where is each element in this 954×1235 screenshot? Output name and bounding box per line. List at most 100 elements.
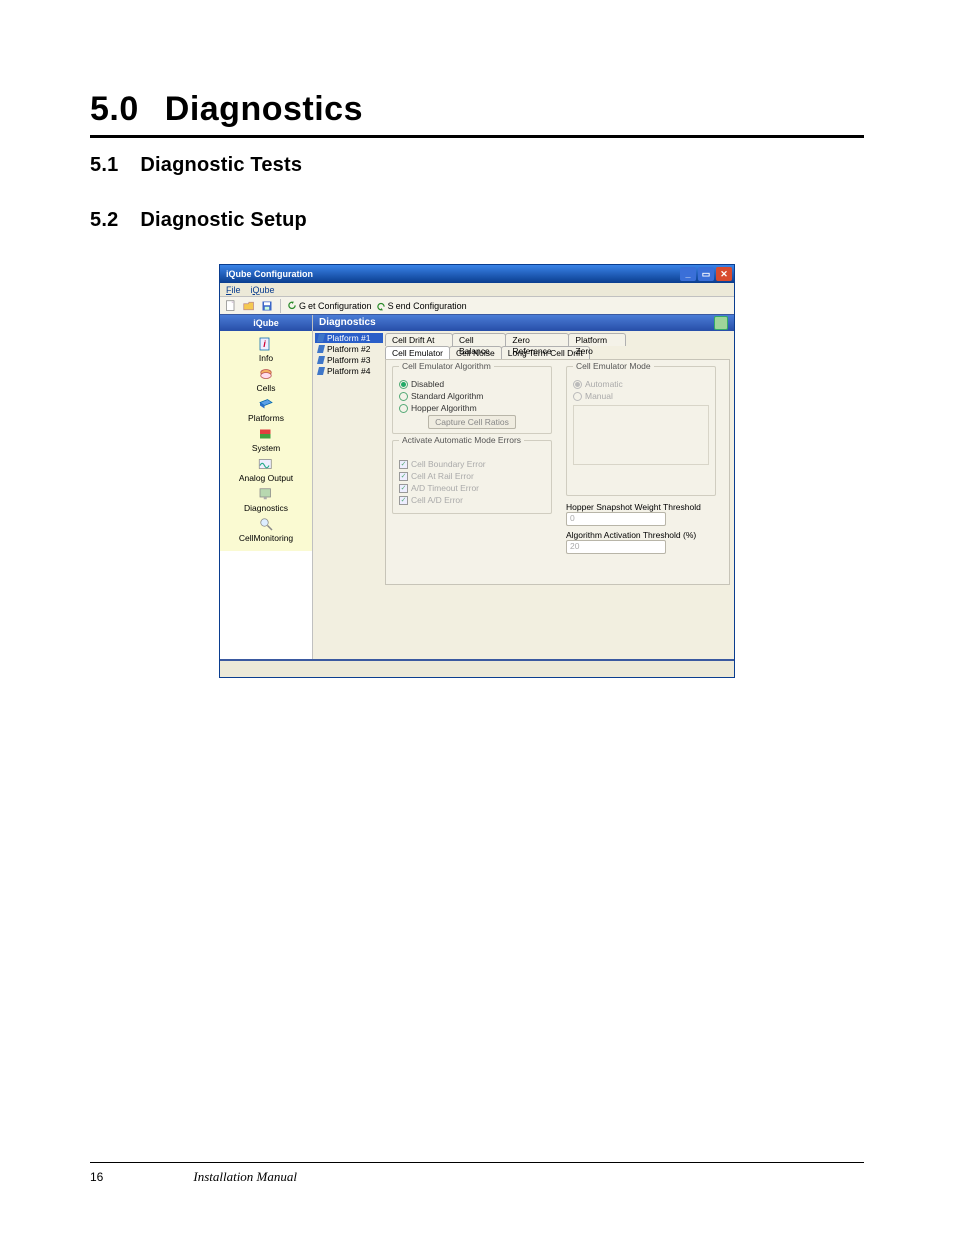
minimize-button[interactable]: _	[680, 267, 696, 281]
get-config-button[interactable]: Get Configuration	[287, 301, 372, 311]
sidebar-body: i Info Cells Platforms System	[220, 331, 312, 551]
pane-body: Platform #1 Platform #2 Platform #3 Plat…	[313, 331, 734, 589]
group-legend: Cell Emulator Algorithm	[399, 361, 494, 371]
radio-icon	[573, 392, 582, 401]
check-cell-at-rail[interactable]: Cell At Rail Error	[399, 471, 545, 481]
check-label: A/D Timeout Error	[411, 483, 479, 493]
heading-1: 5.0Diagnostics	[90, 90, 864, 138]
radio-manual[interactable]: Manual	[573, 391, 709, 401]
sidebar-label: Info	[259, 353, 273, 363]
check-cell-boundary[interactable]: Cell Boundary Error	[399, 459, 545, 469]
tree-label: Platform #4	[327, 366, 370, 376]
sidebar-label: CellMonitoring	[239, 533, 293, 543]
radio-hopper[interactable]: Hopper Algorithm	[399, 403, 545, 413]
errors-group: Activate Automatic Mode Errors Cell Boun…	[392, 440, 552, 514]
sidebar: iQube i Info Cells Platforms	[220, 315, 313, 659]
main-panel: Cell Drift At Load Cell Balance Zero Ref…	[385, 331, 734, 589]
window-controls: _ ▭ ✕	[680, 267, 732, 281]
page-footer: 16 Installation Manual	[90, 1162, 864, 1185]
diagnostics-icon	[256, 485, 276, 503]
sidebar-label: Platforms	[248, 413, 284, 423]
radio-standard[interactable]: Standard Algorithm	[399, 391, 545, 401]
close-button[interactable]: ✕	[716, 267, 732, 281]
sidebar-item-analog-output[interactable]: Analog Output	[239, 455, 293, 483]
tree-item[interactable]: Platform #3	[315, 355, 383, 365]
checkbox-icon	[399, 496, 408, 505]
radio-label: Hopper Algorithm	[411, 403, 477, 413]
check-cell-ad[interactable]: Cell A/D Error	[399, 495, 545, 505]
h2a-title: Diagnostic Tests	[140, 154, 302, 176]
refresh-down-icon	[287, 301, 297, 311]
magnifier-icon	[256, 515, 276, 533]
toolbar-divider	[280, 299, 281, 313]
tab-platform-zero[interactable]: Platform Zero	[568, 333, 626, 346]
h1-title: Diagnostics	[165, 90, 363, 128]
sidebar-header: iQube	[220, 315, 312, 331]
tab-cell-emulator[interactable]: Cell Emulator	[385, 346, 450, 359]
open-icon[interactable]	[242, 299, 256, 313]
maximize-button[interactable]: ▭	[698, 267, 714, 281]
send-config-button[interactable]: Send Configuration	[376, 301, 467, 311]
algo-threshold-field[interactable]: 20	[566, 540, 666, 554]
platform-tree: Platform #1 Platform #2 Platform #3 Plat…	[313, 331, 385, 589]
radio-icon	[399, 404, 408, 413]
mode-listbox[interactable]	[573, 405, 709, 465]
platforms-icon	[256, 395, 276, 413]
tree-label: Platform #2	[327, 344, 370, 354]
tab-cell-balance[interactable]: Cell Balance	[452, 333, 506, 346]
sidebar-item-cellmonitoring[interactable]: CellMonitoring	[239, 515, 293, 543]
check-label: Cell At Rail Error	[411, 471, 474, 481]
checkbox-icon	[399, 484, 408, 493]
tree-item-selected[interactable]: Platform #1	[315, 333, 383, 343]
sidebar-label: Diagnostics	[244, 503, 288, 513]
tab-panel: Cell Emulator Algorithm Disabled Standar…	[385, 359, 730, 585]
radio-label: Standard Algorithm	[411, 391, 483, 401]
sidebar-item-info[interactable]: i Info	[256, 335, 276, 363]
manual-title: Installation Manual	[193, 1169, 297, 1185]
cube-icon	[317, 345, 325, 353]
page-number: 16	[90, 1170, 103, 1184]
content-pane: Diagnostics Platform #1 Platform #2 Plat…	[313, 315, 734, 659]
h2b-title: Diagnostic Setup	[140, 209, 307, 231]
sidebar-item-diagnostics[interactable]: Diagnostics	[244, 485, 288, 513]
tab-strip: Cell Drift At Load Cell Balance Zero Ref…	[385, 333, 625, 359]
hopper-threshold-field[interactable]: 0	[566, 512, 666, 526]
radio-automatic[interactable]: Automatic	[573, 379, 709, 389]
radio-label: Disabled	[411, 379, 444, 389]
titlebar[interactable]: iQube Configuration _ ▭ ✕	[220, 265, 734, 283]
app-window: iQube Configuration _ ▭ ✕ File iQube Get…	[219, 264, 735, 678]
sidebar-label: Analog Output	[239, 473, 293, 483]
client-area: iQube i Info Cells Platforms	[220, 315, 734, 659]
algo-threshold-label: Algorithm Activation Threshold (%)	[566, 530, 716, 540]
tree-item[interactable]: Platform #4	[315, 366, 383, 376]
radio-icon	[399, 380, 408, 389]
sidebar-label: System	[252, 443, 280, 453]
info-icon: i	[256, 335, 276, 353]
app-title: iQube Configuration	[226, 269, 313, 279]
pane-title: Diagnostics	[319, 315, 376, 331]
h2a-number: 5.1	[90, 154, 118, 176]
save-icon[interactable]	[260, 299, 274, 313]
new-icon[interactable]	[224, 299, 238, 313]
pane-header-icon[interactable]	[714, 316, 728, 330]
tab-cell-drift-at-load[interactable]: Cell Drift At Load	[385, 333, 453, 346]
tree-item[interactable]: Platform #2	[315, 344, 383, 354]
sidebar-item-system[interactable]: System	[252, 425, 280, 453]
capture-cell-ratios-button[interactable]: Capture Cell Ratios	[428, 415, 516, 429]
group-legend: Cell Emulator Mode	[573, 361, 654, 371]
radio-disabled[interactable]: Disabled	[399, 379, 545, 389]
checkbox-icon	[399, 460, 408, 469]
tab-zero-reference[interactable]: Zero Reference	[505, 333, 569, 346]
cube-icon	[317, 367, 325, 375]
pane-header: Diagnostics	[313, 315, 734, 331]
check-label: Cell Boundary Error	[411, 459, 486, 469]
menu-iqube[interactable]: iQube	[251, 285, 275, 295]
sidebar-item-cells[interactable]: Cells	[256, 365, 276, 393]
group-legend: Activate Automatic Mode Errors	[399, 435, 524, 445]
radio-label: Automatic	[585, 379, 623, 389]
menu-file[interactable]: File	[226, 285, 241, 295]
cube-icon	[317, 334, 325, 342]
check-ad-timeout[interactable]: A/D Timeout Error	[399, 483, 545, 493]
cells-icon	[256, 365, 276, 383]
sidebar-item-platforms[interactable]: Platforms	[248, 395, 284, 423]
